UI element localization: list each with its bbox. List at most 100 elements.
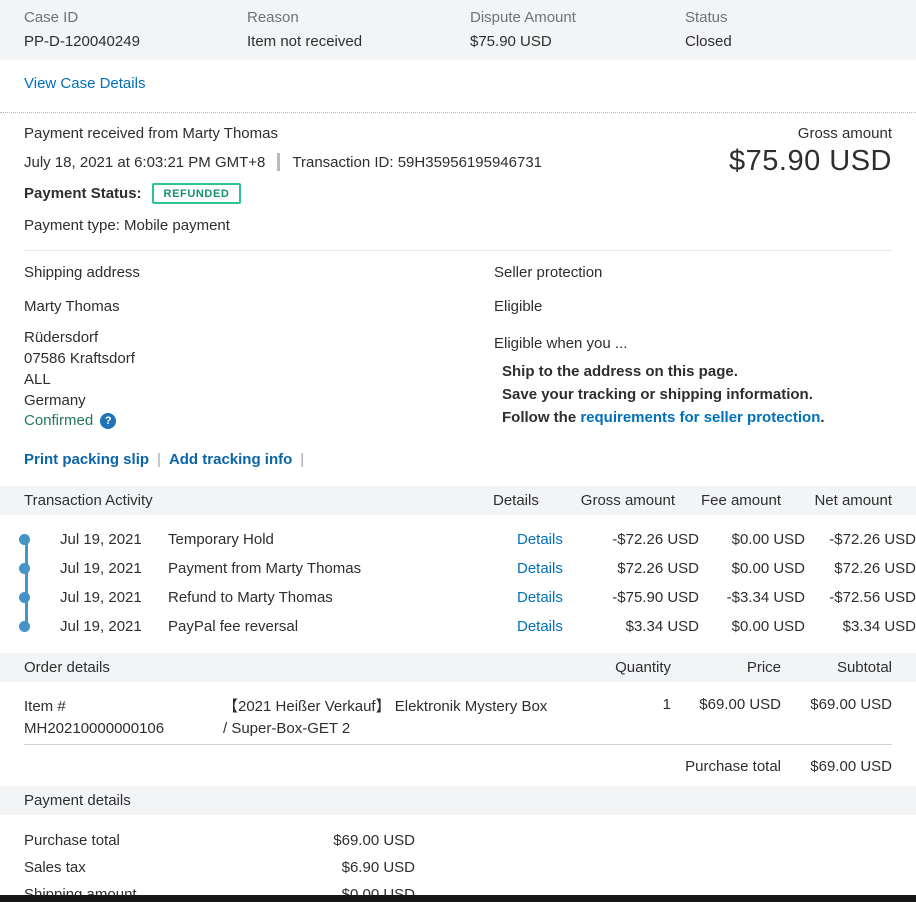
activity-description: Temporary Hold (168, 531, 517, 548)
address-line: ALL (24, 369, 494, 390)
address-line: Rüdersdorf (24, 327, 494, 348)
activity-description: Payment from Marty Thomas (168, 560, 517, 577)
column-header-quantity: Quantity (552, 659, 671, 676)
payment-details-section: Payment details Purchase total $69.00 US… (0, 786, 916, 908)
gross-amount-label: Gross amount (798, 125, 892, 142)
seller-protection-title: Seller protection (494, 264, 892, 281)
status-label: Status (685, 9, 892, 26)
case-id-label: Case ID (24, 9, 247, 26)
payment-received-from: Payment received from Marty Thomas (24, 125, 278, 142)
list-item: Sales tax $6.90 USD (0, 854, 916, 881)
payment-details-header: Payment details (0, 786, 916, 815)
seller-protection-block: Seller protection Eligible Eligible when… (494, 264, 892, 468)
payment-summary-section: Payment received from Marty Thomas Gross… (0, 113, 916, 251)
item-description: 【2021 Heißer Verkauf】 Elektronik Mystery… (223, 696, 555, 740)
seller-protection-requirements-link[interactable]: requirements for seller protection (580, 409, 820, 426)
shipping-address-title: Shipping address (24, 264, 494, 281)
column-header-fee: Fee amount (675, 492, 781, 509)
reason-value: Item not received (247, 33, 470, 50)
status-value: Closed (685, 33, 892, 50)
solid-separator (24, 250, 892, 251)
gross-amount-value: $75.90 USD (729, 145, 892, 178)
column-header-details: Details (493, 492, 565, 509)
order-details-title: Order details (24, 659, 552, 676)
activity-description: Refund to Marty Thomas (168, 589, 517, 606)
payment-detail-value: $69.00 USD (244, 832, 415, 849)
timeline-dot-icon (19, 534, 30, 545)
reason-column: Reason Item not received (247, 9, 470, 50)
payment-details-title: Payment details (24, 792, 892, 809)
link-pipe: | (157, 451, 161, 468)
payment-status-label: Payment Status: (24, 185, 142, 202)
item-number-value: MH20210000000106 (24, 718, 223, 740)
timeline-dot-icon (19, 592, 30, 603)
column-header-subtotal: Subtotal (781, 659, 892, 676)
seller-protection-item: Save your tracking or shipping informati… (494, 383, 892, 406)
address-line: Germany (24, 390, 494, 411)
help-icon[interactable]: ? (100, 413, 116, 429)
table-row: Jul 19, 2021 Payment from Marty Thomas D… (0, 554, 916, 583)
bottom-dark-bar (0, 895, 916, 902)
item-quantity: 1 (555, 696, 671, 713)
purchase-total-label: Purchase total (561, 758, 781, 775)
activity-date: Jul 19, 2021 (60, 560, 168, 577)
transaction-activity-rows: Jul 19, 2021 Temporary Hold Details -$72… (0, 515, 916, 653)
print-packing-slip-link[interactable]: Print packing slip (24, 451, 149, 468)
purchase-total-value: $69.00 USD (781, 758, 892, 775)
transaction-activity-header: Transaction Activity Details Gross amoun… (0, 486, 916, 515)
seller-protection-item: Follow the requirements for seller prote… (494, 406, 892, 429)
address-line: 07586 Kraftsdorf (24, 348, 494, 369)
activity-gross: $72.26 USD (589, 560, 699, 577)
payment-detail-value: $6.90 USD (244, 859, 415, 876)
item-text: . (820, 409, 824, 426)
item-number-label: Item # (24, 696, 223, 718)
activity-gross: -$72.26 USD (589, 531, 699, 548)
details-link[interactable]: Details (517, 589, 563, 606)
details-link[interactable]: Details (517, 618, 563, 635)
item-subtotal: $69.00 USD (781, 696, 892, 713)
payment-detail-label: Sales tax (24, 859, 244, 876)
timeline-dot-icon (19, 621, 30, 632)
payment-detail-label: Purchase total (24, 832, 244, 849)
activity-fee: $0.00 USD (699, 531, 805, 548)
case-summary-bar: Case ID PP-D-120040249 Reason Item not r… (0, 0, 916, 60)
activity-date: Jul 19, 2021 (60, 531, 168, 548)
details-link[interactable]: Details (517, 560, 563, 577)
view-case-details-link[interactable]: View Case Details (24, 75, 145, 92)
dispute-amount-column: Dispute Amount $75.90 USD (470, 9, 685, 50)
address-confirmed-status: Confirmed (24, 412, 93, 429)
activity-gross: -$75.90 USD (589, 589, 699, 606)
dispute-amount-value: $75.90 USD (470, 33, 685, 50)
seller-protection-item: Ship to the address on this page. (494, 360, 892, 383)
activity-gross: $3.34 USD (589, 618, 699, 635)
shipping-recipient-name: Marty Thomas (24, 298, 494, 315)
transaction-id: Transaction ID: 59H35956195946731 (292, 154, 542, 171)
table-row: Jul 19, 2021 PayPal fee reversal Details… (0, 612, 916, 641)
table-row: Jul 19, 2021 Temporary Hold Details -$72… (0, 525, 916, 554)
status-column: Status Closed (685, 9, 892, 50)
details-link[interactable]: Details (517, 531, 563, 548)
payment-date: July 18, 2021 at 6:03:21 PM GMT+8 (24, 154, 265, 171)
transaction-activity-title: Transaction Activity (24, 492, 493, 509)
transaction-activity-section: Transaction Activity Details Gross amoun… (0, 486, 916, 653)
payment-type: Payment type: Mobile payment (24, 217, 892, 234)
add-tracking-info-link[interactable]: Add tracking info (169, 451, 292, 468)
activity-net: $3.34 USD (805, 618, 916, 635)
case-id-column: Case ID PP-D-120040249 (24, 9, 247, 50)
shipping-address-block: Shipping address Marty Thomas Rüdersdorf… (24, 264, 494, 468)
table-row: Jul 19, 2021 Refund to Marty Thomas Deta… (0, 583, 916, 612)
item-text: Follow the (502, 409, 580, 426)
order-details-section: Order details Quantity Price Subtotal It… (0, 653, 916, 775)
activity-description: PayPal fee reversal (168, 618, 517, 635)
seller-protection-subtitle: Eligible when you ... (494, 335, 892, 352)
timeline-dot-icon (19, 563, 30, 574)
reason-label: Reason (247, 9, 470, 26)
activity-fee: -$3.34 USD (699, 589, 805, 606)
purchase-total-row: Purchase total $69.00 USD (0, 745, 916, 775)
activity-net: -$72.26 USD (805, 531, 916, 548)
activity-net: $72.26 USD (805, 560, 916, 577)
activity-net: -$72.56 USD (805, 589, 916, 606)
column-header-net: Net amount (781, 492, 892, 509)
item-price: $69.00 USD (671, 696, 781, 713)
activity-fee: $0.00 USD (699, 560, 805, 577)
